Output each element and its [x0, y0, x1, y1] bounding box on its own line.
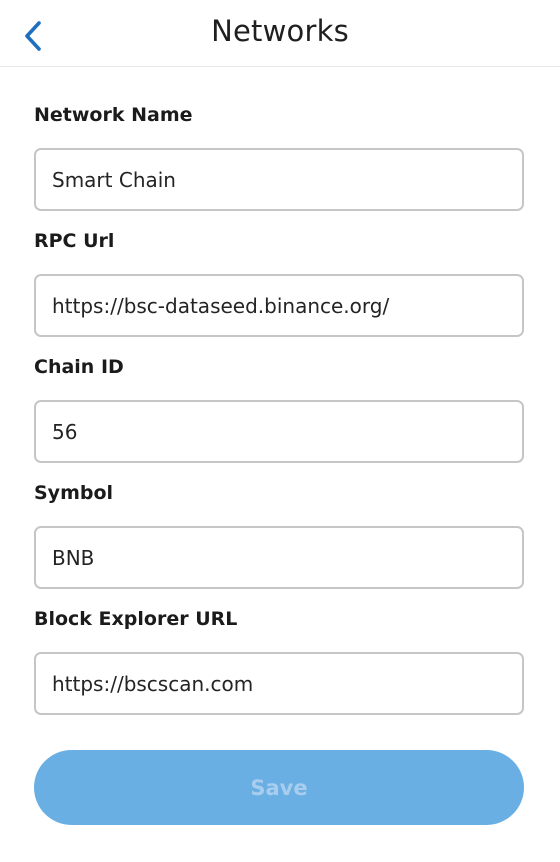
- header-bar: Networks: [0, 0, 560, 67]
- symbol-group: Symbol: [34, 480, 524, 589]
- chain-id-label: Chain ID: [34, 356, 124, 378]
- save-button[interactable]: Save: [34, 750, 524, 825]
- rpc-url-label: RPC Url: [34, 230, 115, 252]
- block-explorer-url-input[interactable]: [34, 652, 524, 715]
- network-name-input[interactable]: [34, 148, 524, 211]
- block-explorer-url-group: Block Explorer URL: [34, 606, 524, 715]
- symbol-label: Symbol: [34, 482, 114, 504]
- symbol-input[interactable]: [34, 526, 524, 589]
- page-title: Networks: [211, 14, 349, 48]
- block-explorer-url-label: Block Explorer URL: [34, 608, 238, 630]
- chain-id-group: Chain ID: [34, 354, 524, 463]
- rpc-url-group: RPC Url: [34, 228, 524, 337]
- chain-id-input[interactable]: [34, 400, 524, 463]
- network-name-group: Network Name: [34, 102, 524, 211]
- network-name-label: Network Name: [34, 104, 193, 126]
- rpc-url-input[interactable]: [34, 274, 524, 337]
